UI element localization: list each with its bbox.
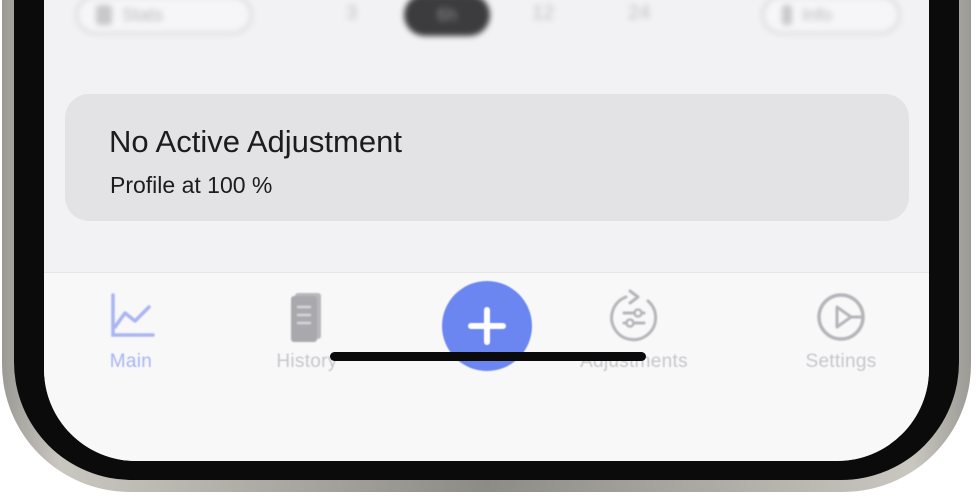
- chart-controls-row: Stats 3 6h 12 24 Info: [44, 0, 929, 40]
- info-button-label: Info: [802, 4, 833, 25]
- tab-bar: Main History Adjustments Settings: [44, 273, 929, 461]
- history-book-icon: [291, 293, 321, 342]
- adjustments-cycle-icon: [610, 289, 658, 342]
- stats-button-label: Stats: [122, 4, 164, 25]
- info-button[interactable]: Info: [762, 0, 900, 34]
- adjustment-status-card[interactable]: No Active Adjustment Profile at 100 %: [65, 94, 909, 221]
- adjustment-subtitle: Profile at 100 %: [110, 172, 273, 198]
- tab-history-label: History: [276, 351, 338, 372]
- stats-button[interactable]: Stats: [76, 0, 252, 34]
- tab-main[interactable]: Main: [56, 287, 206, 373]
- settings-wheel-icon: [817, 293, 865, 341]
- app-screen: Stats 3 6h 12 24 Info No Active Adjustme…: [44, 0, 929, 461]
- range-option-3[interactable]: 3: [346, 2, 357, 25]
- tab-main-label: Main: [109, 351, 153, 372]
- range-option-12[interactable]: 12: [532, 2, 554, 25]
- tab-settings-label: Settings: [805, 351, 877, 372]
- tab-settings[interactable]: Settings: [766, 287, 916, 373]
- adjustment-title: No Active Adjustment: [109, 124, 402, 159]
- home-indicator: [330, 352, 646, 361]
- range-option-selected[interactable]: 6h: [404, 0, 490, 36]
- plus-icon: [468, 307, 506, 345]
- range-option-24[interactable]: 24: [628, 2, 650, 25]
- chart-line-icon: [111, 293, 155, 337]
- range-option-selected-label: 6h: [436, 4, 458, 25]
- info-icon: [782, 5, 792, 25]
- document-icon: [96, 5, 112, 25]
